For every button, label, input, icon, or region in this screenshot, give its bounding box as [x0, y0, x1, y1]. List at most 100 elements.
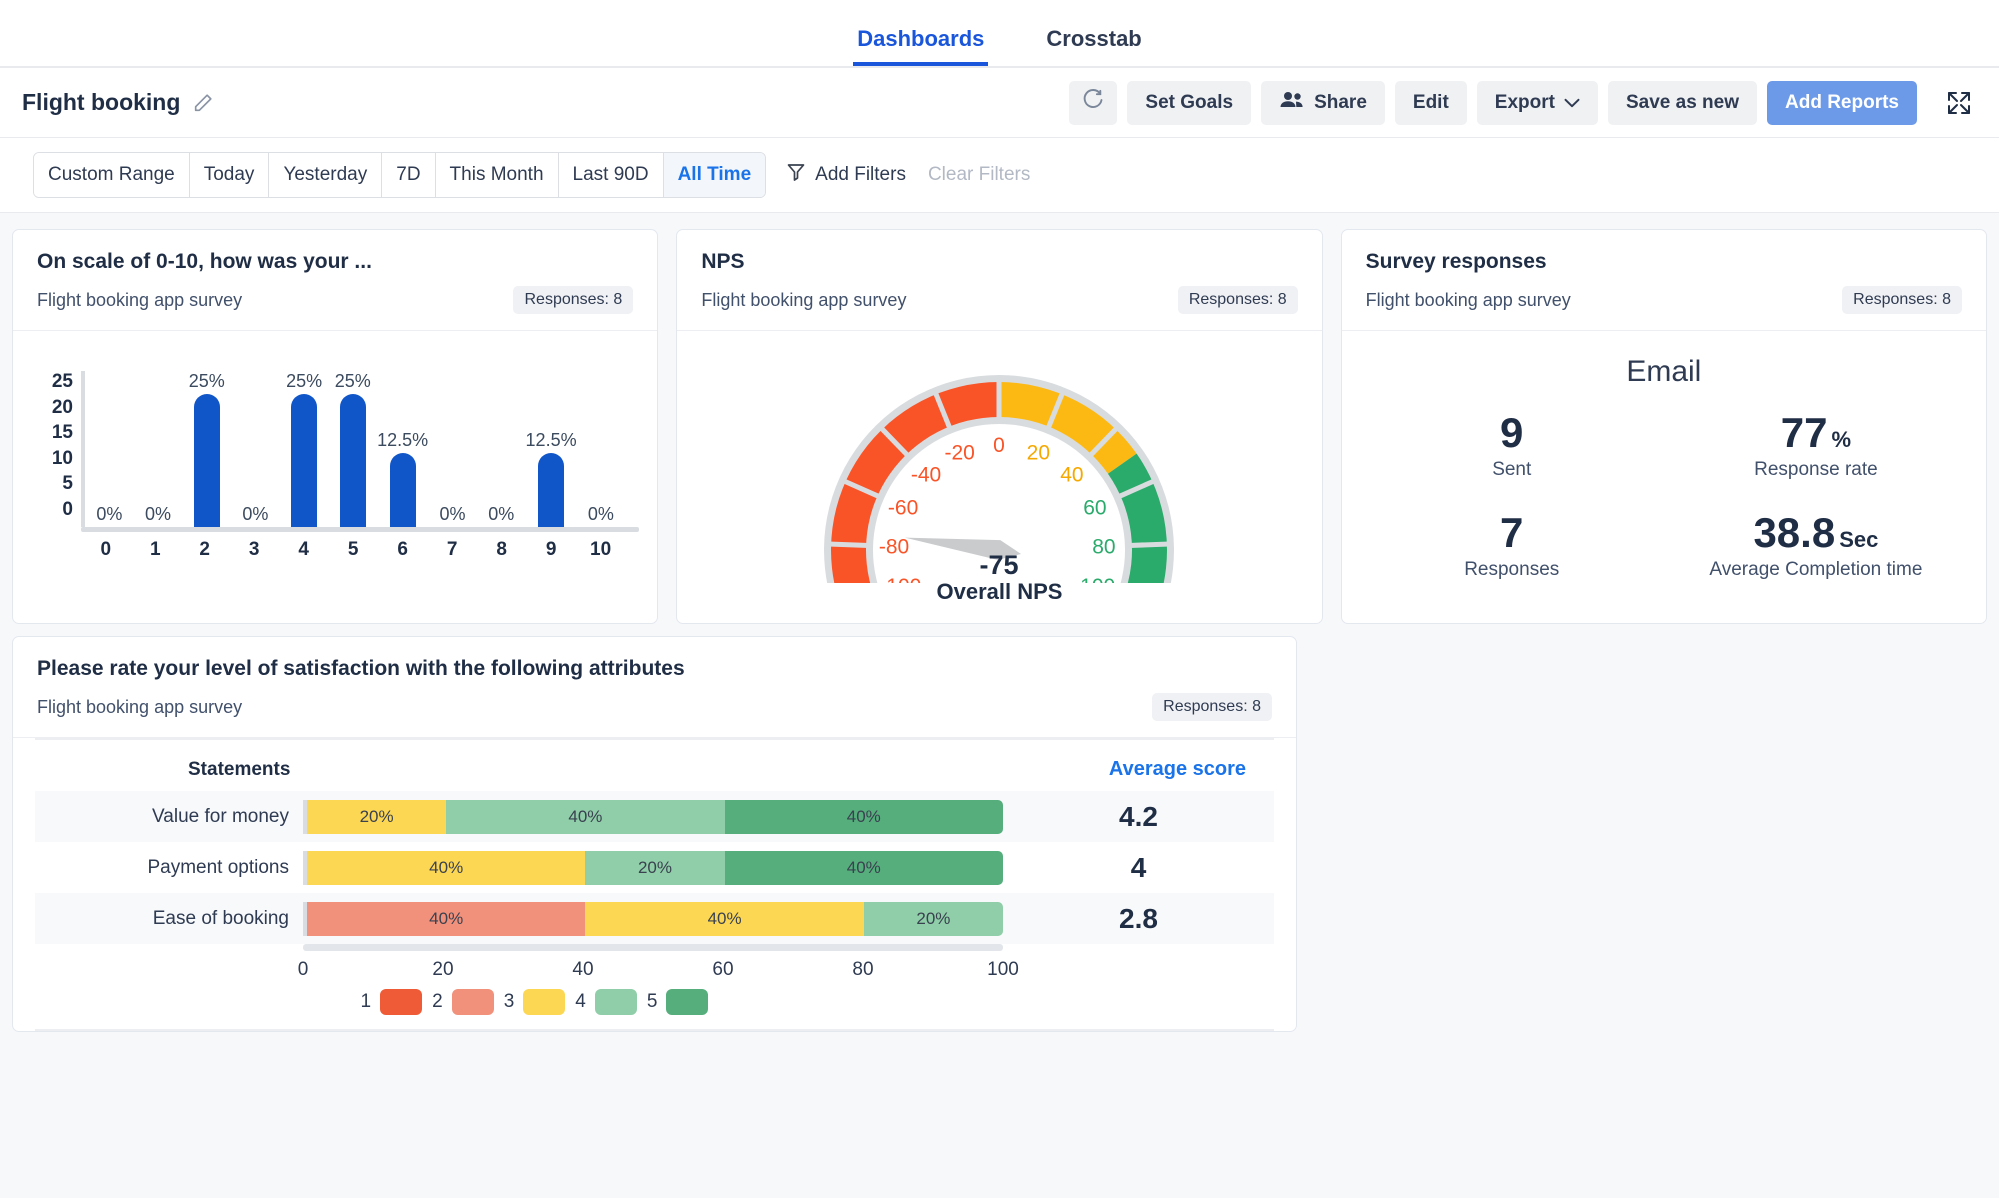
gauge-tick-label: 20	[1027, 442, 1050, 465]
top-tab-bar: Dashboards Crosstab	[0, 0, 1999, 68]
legend-label: 5	[647, 991, 658, 1013]
range-custom-range[interactable]: Custom Range	[34, 153, 190, 197]
filter-icon	[786, 162, 806, 188]
bar[interactable]	[390, 453, 416, 527]
bar-value-label: 12.5%	[377, 430, 428, 451]
bar-chart-column: 12.5%	[526, 371, 577, 527]
x-tick: 6	[378, 539, 427, 561]
card-nps-scale-subtitle: Flight booking app survey	[37, 290, 242, 311]
x-tick: 0	[81, 539, 130, 561]
edit-button[interactable]: Edit	[1395, 81, 1467, 125]
card-nps-scale-body: 25 20 15 10 5 0 0%0%25%0%25%25%12.5%0%0%…	[13, 331, 657, 609]
average-score-header[interactable]: Average score	[1109, 758, 1246, 781]
bar[interactable]	[538, 453, 564, 527]
dashboard-card-grid: On scale of 0-10, how was your ... Fligh…	[0, 213, 1999, 624]
bar-value-label: 12.5%	[526, 430, 577, 451]
refresh-button[interactable]	[1069, 81, 1117, 125]
add-reports-label: Add Reports	[1785, 92, 1899, 114]
kpi-unit: %	[1831, 427, 1851, 452]
gauge-tick-label: 60	[1084, 496, 1107, 519]
kpi-value: 7	[1500, 509, 1523, 556]
gauge-tick	[826, 544, 873, 546]
kpi-value: 77	[1781, 409, 1828, 456]
y-tick: 15	[52, 422, 73, 444]
matrix-bar-segment[interactable]: 20%	[307, 800, 446, 834]
range-last-90d[interactable]: Last 90D	[559, 153, 664, 197]
bar-chart-column: 0%	[577, 371, 626, 527]
tab-dashboards[interactable]: Dashboards	[853, 28, 988, 66]
save-as-new-button[interactable]: Save as new	[1608, 81, 1757, 125]
export-button[interactable]: Export	[1477, 81, 1598, 125]
dashboard-title-row: Flight booking Set Goals	[0, 68, 1999, 138]
matrix-x-tick: 100	[987, 959, 1019, 981]
matrix-average-score: 4.2	[1003, 801, 1274, 833]
gauge-caption: Overall NPS	[937, 579, 1063, 605]
bar-chart-column: 0%	[428, 371, 477, 527]
kpi-label: Sent	[1360, 459, 1664, 481]
tab-crosstab[interactable]: Crosstab	[1042, 28, 1145, 66]
matrix-x-tick: 60	[712, 959, 733, 981]
matrix-bar-segment[interactable]: 40%	[307, 902, 585, 936]
y-tick: 10	[52, 448, 73, 470]
matrix-bar-segment[interactable]: 20%	[864, 902, 1003, 936]
card-nps-title: NPS	[701, 250, 1297, 274]
legend-swatch	[452, 989, 494, 1015]
range-this-month[interactable]: This Month	[436, 153, 559, 197]
expand-icon[interactable]	[1943, 87, 1975, 119]
add-filters-label: Add Filters	[815, 164, 906, 186]
gauge-tick-label: 100	[1081, 575, 1116, 583]
matrix-bar-segment[interactable]: 20%	[585, 851, 724, 885]
bar[interactable]	[291, 394, 317, 527]
gauge-tick-label: -60	[888, 496, 918, 519]
bar-chart-x-axis: 012345678910	[81, 539, 625, 561]
range-yesterday[interactable]: Yesterday	[269, 153, 382, 197]
legend-item[interactable]: 5	[647, 989, 709, 1015]
legend-item[interactable]: 4	[575, 989, 637, 1015]
share-button[interactable]: Share	[1261, 81, 1385, 125]
matrix-average-score: 2.8	[1003, 903, 1274, 935]
bar-value-label: 0%	[440, 504, 466, 525]
kpi-response-rate: 77% Response rate	[1664, 411, 1968, 481]
matrix-bar-segment[interactable]: 40%	[585, 902, 863, 936]
card-survey-responses-title: Survey responses	[1366, 250, 1962, 274]
legend-swatch	[595, 989, 637, 1015]
matrix-bar-segment[interactable]: 40%	[725, 800, 1003, 834]
matrix-bar-segment[interactable]: 40%	[725, 851, 1003, 885]
x-tick: 9	[526, 539, 575, 561]
set-goals-button[interactable]: Set Goals	[1127, 81, 1251, 125]
range-today[interactable]: Today	[190, 153, 270, 197]
legend-swatch	[666, 989, 708, 1015]
matrix-axis-line	[303, 944, 1003, 951]
add-reports-button[interactable]: Add Reports	[1767, 81, 1917, 125]
pencil-icon[interactable]	[192, 92, 214, 114]
y-tick: 20	[52, 397, 73, 419]
matrix-bar-segment[interactable]: 40%	[307, 851, 585, 885]
chevron-down-icon	[1564, 92, 1580, 114]
edit-label: Edit	[1413, 92, 1449, 114]
gauge-tick-label: -100	[880, 575, 922, 583]
card-matrix-subtitle: Flight booking app survey	[37, 697, 242, 718]
legend-item[interactable]: 1	[361, 989, 423, 1015]
nps-gauge: -100-80-60-40-20020406080100-75 Overall …	[695, 341, 1303, 605]
x-tick: 3	[229, 539, 278, 561]
card-survey-responses-body: Email 9 Sent 77% Response rate 7 Respons…	[1342, 331, 1986, 611]
bar-chart-column: 25%	[182, 371, 231, 527]
card-nps-scale: On scale of 0-10, how was your ... Fligh…	[12, 229, 658, 624]
bar-chart-column: 0%	[85, 371, 134, 527]
matrix-stacked-bar: 40%20%40%	[303, 851, 1003, 885]
matrix-bar-segment[interactable]: 40%	[446, 800, 724, 834]
x-tick: 1	[130, 539, 179, 561]
bar[interactable]	[340, 394, 366, 527]
export-label: Export	[1495, 92, 1555, 114]
legend-item[interactable]: 2	[432, 989, 494, 1015]
bar[interactable]	[194, 394, 220, 527]
legend-item[interactable]: 3	[504, 989, 566, 1015]
add-filters-button[interactable]: Add Filters	[786, 162, 906, 188]
range-all-time[interactable]: All Time	[664, 153, 766, 197]
card-nps-header: NPS Flight booking app survey Responses:…	[677, 230, 1321, 331]
people-icon	[1279, 90, 1305, 116]
gauge-tick-label: -40	[911, 463, 941, 486]
clear-filters-button[interactable]: Clear Filters	[928, 164, 1030, 186]
range-7d[interactable]: 7D	[382, 153, 435, 197]
card-survey-responses-subtitle: Flight booking app survey	[1366, 290, 1571, 311]
